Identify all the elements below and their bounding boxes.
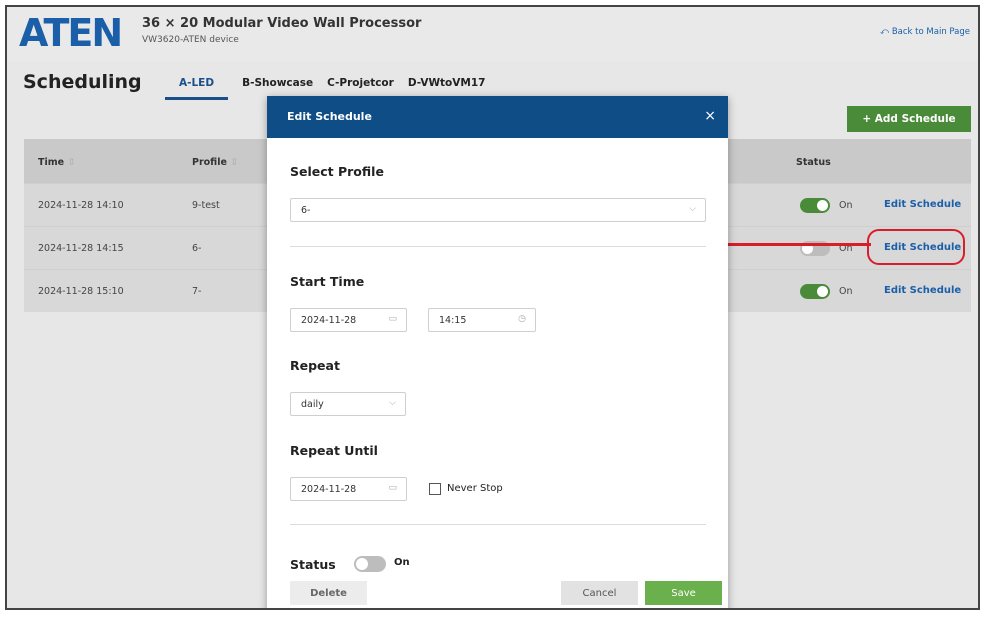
repeat-select[interactable]: daily ⌵ [290,392,406,416]
add-schedule-button[interactable]: + Add Schedule [847,106,971,132]
repeat-label: Repeat [290,358,340,373]
column-status: Status [796,157,831,168]
chevron-down-icon: ⌵ [689,204,696,214]
repeat-until-label: Repeat Until [290,443,378,458]
column-profile-label: Profile [192,157,227,168]
select-profile-label: Select Profile [290,164,384,179]
status-label: On [839,200,853,211]
back-arrow-icon: ⤺ [880,27,890,37]
app-window: ATEN 36 × 20 Modular Video Wall Processo… [5,5,980,610]
row-profile: 6- [192,243,202,254]
start-date-value: 2024-11-28 [301,315,357,326]
calendar-icon: ▭ [388,483,397,493]
never-stop-checkbox[interactable] [429,483,441,495]
row-time: 2024-11-28 14:10 [38,200,124,211]
profile-select-value: 6- [301,205,311,216]
sort-icon: ⇳ [230,157,239,168]
dialog-title: Edit Schedule [287,110,372,123]
aten-logo: ATEN [19,11,123,55]
device-name: VW3620-ATEN device [142,35,239,45]
clock-icon: ◷ [518,314,526,324]
page-title: Scheduling [23,71,142,93]
edit-schedule-link[interactable]: Edit Schedule [884,199,961,210]
tab-a-led[interactable]: A-LED [165,77,229,100]
edit-schedule-dialog: Edit Schedule × Select Profile 6- ⌵ Star… [267,96,728,608]
status-label: On [839,286,853,297]
status-toggle-label: On [394,557,410,568]
row-profile: 7- [192,286,202,297]
cancel-button[interactable]: Cancel [561,581,638,605]
profile-select[interactable]: 6- ⌵ [290,198,706,222]
app-title: 36 × 20 Modular Video Wall Processor [142,16,422,31]
column-time-label: Time [38,157,65,168]
status-toggle[interactable] [354,556,386,572]
start-date-input[interactable]: 2024-11-28 ▭ [290,308,407,332]
never-stop-label: Never Stop [447,483,503,494]
calendar-icon: ▭ [388,314,397,324]
sort-icon: ⇳ [67,157,76,168]
status-toggle[interactable] [800,284,830,299]
save-button[interactable]: Save [645,581,722,605]
column-profile[interactable]: Profile ⇳ [192,157,238,168]
divider [290,246,706,247]
close-icon[interactable]: × [704,108,716,124]
row-time: 2024-11-28 15:10 [38,286,124,297]
repeat-select-value: daily [301,399,324,410]
edit-schedule-link[interactable]: Edit Schedule [884,285,961,296]
back-link-label: Back to Main Page [891,27,970,37]
divider [290,524,706,525]
start-time-label: Start Time [290,274,365,289]
row-profile: 9-test [192,200,220,211]
status-toggle[interactable] [800,198,830,213]
repeat-until-date-input[interactable]: 2024-11-28 ▭ [290,477,407,501]
status-label: Status [290,557,336,572]
edit-schedule-highlight [867,229,965,265]
start-time-value: 14:15 [439,315,467,326]
row-time: 2024-11-28 14:15 [38,243,124,254]
app-header: ATEN 36 × 20 Modular Video Wall Processo… [7,7,978,61]
dialog-header: Edit Schedule × [267,96,728,138]
start-time-input[interactable]: 14:15 ◷ [428,308,536,332]
column-time[interactable]: Time ⇳ [38,157,75,168]
callout-arrow-line [725,243,871,246]
delete-button[interactable]: Delete [290,581,367,605]
repeat-until-date-value: 2024-11-28 [301,484,357,495]
chevron-down-icon: ⌵ [389,398,396,408]
back-to-main-link[interactable]: ⤺ Back to Main Page [880,27,970,37]
